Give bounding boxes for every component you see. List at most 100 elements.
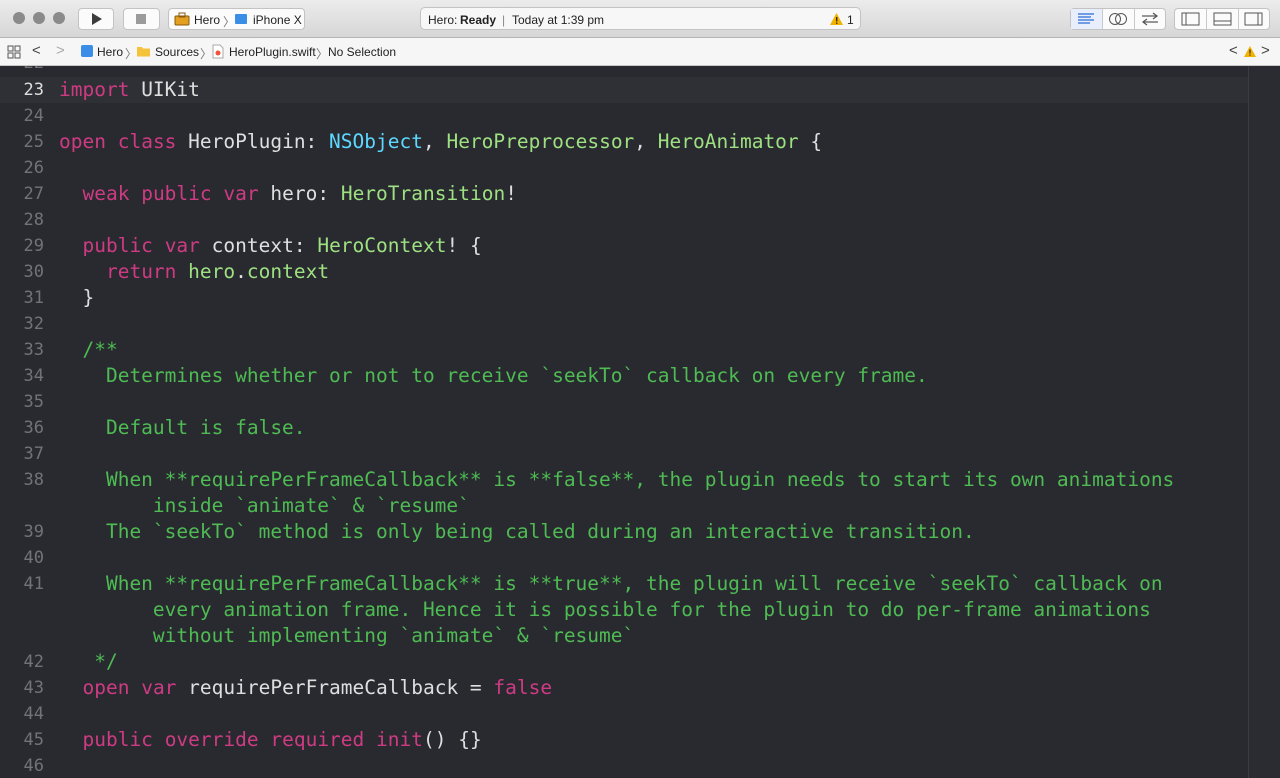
code-line[interactable]: 24 [0,103,1248,129]
back-button[interactable]: < [32,42,41,59]
code-text: Determines whether or not to receive `se… [59,363,928,389]
code-line[interactable]: 45 public override required init() {} [0,727,1248,753]
line-number: 30 [23,262,44,282]
toggle-navigator-button[interactable] [1175,9,1207,29]
code-token: init [376,728,423,751]
editor-scroll-gutter[interactable] [1248,66,1280,778]
code-token: required [270,728,365,751]
code-line[interactable]: 38 When **requirePerFrameCallback** is *… [0,467,1248,493]
related-items-grid-icon[interactable] [7,45,21,59]
line-number: 34 [23,366,44,386]
code-token: return [105,260,177,283]
forward-button[interactable]: > [56,42,65,59]
code-text: every animation frame. Hence it is possi… [59,597,1151,623]
code-line[interactable]: 41 When **requirePerFrameCallback** is *… [0,571,1248,597]
code-line[interactable]: 32 [0,311,1248,337]
code-line[interactable]: 37 [0,441,1248,467]
code-line[interactable]: inside `animate` & `resume` [0,493,1248,519]
code-text: inside `animate` & `resume` [59,493,470,519]
next-issue-button[interactable]: > [1261,42,1270,59]
close-window-button[interactable] [13,12,25,24]
standard-editor-button[interactable] [1071,9,1103,29]
code-line[interactable]: 42 */ [0,649,1248,675]
code-line[interactable]: 23 import UIKit [0,77,1248,103]
code-line[interactable]: 33 /** [0,337,1248,363]
toolbar: Hero 〉 iPhone X Hero: Ready | Today at 1… [0,0,1280,38]
code-token: weak [82,182,130,205]
version-editor-button[interactable] [1135,9,1165,29]
warning-icon[interactable] [1243,45,1257,58]
code-line[interactable]: 40 [0,545,1248,571]
code-token: When **requirePerFrameCallback** is **tr… [59,572,1163,595]
code-token: false [493,676,553,699]
run-button[interactable] [78,8,114,30]
breadcrumb-selection[interactable]: No Selection [328,45,396,59]
chevron-right-icon: 〉 [200,47,213,61]
code-token: every animation frame. Hence it is possi… [59,598,1151,621]
code-token: HeroPlugin: [176,130,330,153]
code-token: HeroAnimator [657,130,799,153]
code-token: Default is false. [59,416,306,439]
code-line[interactable]: 35 [0,389,1248,415]
zoom-window-button[interactable] [53,12,65,24]
code-token: HeroPreprocessor [446,130,635,153]
chevron-right-icon: 〉 [316,47,329,61]
code-token: } [59,286,95,309]
code-line[interactable]: 44 [0,701,1248,727]
code-line[interactable]: 31 } [0,285,1248,311]
project-icon [81,45,93,57]
warning-icon[interactable] [829,12,844,26]
minimize-window-button[interactable] [33,12,45,24]
code-token: /** [59,338,118,361]
code-token: . [235,260,247,283]
code-token: class [117,130,177,153]
stop-icon [136,14,146,24]
code-token: HeroContext [317,234,447,257]
code-token: without implementing `animate` & `resume… [59,624,635,647]
panel-toggle-control[interactable] [1174,8,1270,30]
code-token: context: [199,234,318,257]
line-number: 42 [23,652,44,672]
code-token: hero [188,260,236,283]
code-line[interactable]: 36 Default is false. [0,415,1248,441]
code-token: open [59,130,106,153]
code-line[interactable]: 26 [0,155,1248,181]
code-line[interactable]: 34 Determines whether or not to receive … [0,363,1248,389]
code-line[interactable]: 29 public var context: HeroContext! { [0,233,1248,259]
warning-count: 1 [847,13,854,27]
code-token: ! { [446,234,482,257]
toggle-debug-area-button[interactable] [1207,9,1239,29]
bottom-panel-icon [1213,12,1232,26]
scheme-device-label: iPhone X [253,13,302,27]
code-token: var [223,182,259,205]
scheme-selector[interactable]: Hero 〉 iPhone X [168,8,305,30]
code-token: ! [505,182,517,205]
code-line[interactable]: 28 [0,207,1248,233]
previous-issue-button[interactable]: < [1229,42,1238,59]
line-number: 41 [23,574,44,594]
stop-button[interactable] [123,8,160,30]
line-number: 22 [0,66,44,76]
line-number: 38 [23,470,44,490]
code-line[interactable]: every animation frame. Hence it is possi… [0,597,1248,623]
code-line[interactable]: 46 [0,753,1248,778]
code-line[interactable]: 39 The `seekTo` method is only being cal… [0,519,1248,545]
breadcrumb-folder[interactable]: Sources [155,45,199,59]
toggle-inspector-button[interactable] [1239,9,1269,29]
code-token: import [59,78,130,101]
code-line[interactable]: 30 return hero.context [0,259,1248,285]
code-line[interactable]: without implementing `animate` & `resume… [0,623,1248,649]
code-line[interactable]: 25 open class HeroPlugin: NSObject, HeroP… [0,129,1248,155]
assistant-editor-button[interactable] [1103,9,1135,29]
code-token: When **requirePerFrameCallback** is **fa… [59,468,1175,491]
code-line[interactable]: 27 weak public var hero: HeroTransition! [0,181,1248,207]
jump-bar: < > Hero 〉 Sources 〉 HeroPlugin.swift 〉 … [0,38,1280,66]
breadcrumb-file[interactable]: HeroPlugin.swift [229,45,316,59]
source-editor[interactable]: 22 23 import UIKit 24 25 open class HeroPlug… [0,66,1248,778]
line-number: 35 [23,392,44,412]
editor-mode-control[interactable] [1070,8,1166,30]
code-line[interactable]: 43 open var requirePerFrameCallback = fa… [0,675,1248,701]
breadcrumb-project[interactable]: Hero [97,45,123,59]
